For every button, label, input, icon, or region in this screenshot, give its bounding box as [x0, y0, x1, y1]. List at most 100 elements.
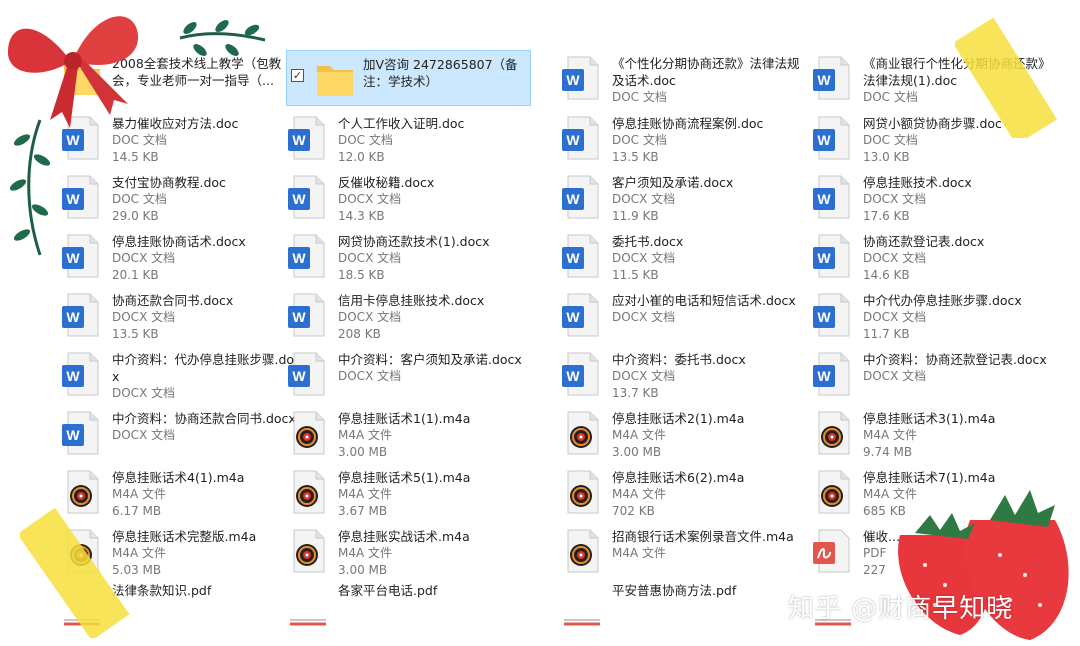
- file-name: 招商银行话术案例录音文件.m4a: [612, 529, 794, 544]
- file-text: 客户须知及承诺.docx DOCX 文档 11.9 KB: [612, 174, 802, 225]
- file-item[interactable]: W 停息挂账技术.docx DOCX 文档 17.6 KB: [811, 169, 1056, 225]
- file-item[interactable]: W 协商还款登记表.docx DOCX 文档 14.6 KB: [811, 228, 1056, 284]
- file-item[interactable]: 停息挂账话术3(1).m4a M4A 文件 9.74 MB: [811, 405, 1056, 461]
- file-item[interactable]: W 客户须知及承诺.docx DOCX 文档 11.9 KB: [560, 169, 805, 225]
- file-item[interactable]: W 《个性化分期协商还款》法律法规及话术.doc DOC 文档: [560, 50, 805, 106]
- file-size: 14.6 KB: [863, 268, 910, 282]
- file-text: 协商还款登记表.docx DOCX 文档 14.6 KB: [863, 233, 1053, 284]
- file-type: DOCX 文档: [112, 428, 176, 442]
- file-type: M4A 文件: [112, 546, 167, 560]
- file-type: M4A 文件: [612, 428, 667, 442]
- svg-text:W: W: [817, 72, 831, 88]
- file-item[interactable]: 停息挂账话术5(1).m4a M4A 文件 3.67 MB: [286, 464, 531, 520]
- file-type: DOCX 文档: [112, 386, 176, 400]
- leaf-branch-sticker: [9, 20, 266, 256]
- svg-text:W: W: [66, 368, 80, 384]
- file-item[interactable]: 招商银行话术案例录音文件.m4a M4A 文件: [560, 523, 805, 579]
- file-item[interactable]: W 中介代办停息挂账步骤.docx DOCX 文档 11.7 KB: [811, 287, 1056, 343]
- file-text: 招商银行话术案例录音文件.m4a M4A 文件: [612, 528, 802, 562]
- file-type: M4A 文件: [338, 487, 393, 501]
- file-item[interactable]: 停息挂账实战话术.m4a M4A 文件 3.00 MB: [286, 523, 531, 579]
- svg-text:W: W: [566, 250, 580, 266]
- file-name: 应对小崔的电话和短信话术.docx: [612, 293, 796, 308]
- file-item[interactable]: 停息挂账话术6(2).m4a M4A 文件 702 KB: [560, 464, 805, 520]
- word-doc-icon: W: [286, 115, 330, 161]
- folder-icon: [313, 56, 357, 102]
- file-item[interactable]: W 信用卡停息挂账技术.docx DOCX 文档 208 KB: [286, 287, 531, 343]
- file-text: 停息挂账话术6(2).m4a M4A 文件 702 KB: [612, 469, 802, 520]
- file-type: DOCX 文档: [612, 310, 676, 324]
- pdf-file-icon: [286, 582, 330, 628]
- svg-text:W: W: [292, 132, 306, 148]
- file-size: 11.7 KB: [863, 327, 910, 341]
- file-name: 平安普惠协商方法.pdf: [612, 583, 737, 598]
- file-type: DOCX 文档: [612, 251, 676, 265]
- file-text: 网贷协商还款技术(1).docx DOCX 文档 18.5 KB: [338, 233, 528, 284]
- file-size: 13.0 KB: [863, 150, 910, 164]
- file-type: M4A 文件: [112, 487, 167, 501]
- file-text: 法律条款知识.pdf: [112, 582, 302, 599]
- file-text: 中介资料：代办停息挂账步骤.docx DOCX 文档: [112, 351, 302, 402]
- file-item[interactable]: W 个人工作收入证明.doc DOC 文档 12.0 KB: [286, 110, 531, 166]
- svg-text:W: W: [292, 309, 306, 325]
- svg-text:W: W: [566, 132, 580, 148]
- file-name: 个人工作收入证明.doc: [338, 116, 465, 131]
- file-name: 停息挂账话术5(1).m4a: [338, 470, 471, 485]
- file-name: 停息挂账协商流程案例.doc: [612, 116, 764, 131]
- file-type: M4A 文件: [863, 428, 918, 442]
- file-item[interactable]: W 协商还款合同书.docx DOCX 文档 13.5 KB: [60, 287, 305, 343]
- file-item[interactable]: 停息挂账话术2(1).m4a M4A 文件 3.00 MB: [560, 405, 805, 461]
- file-item[interactable]: W 中介资料：委托书.docx DOCX 文档 13.7 KB: [560, 346, 805, 402]
- file-item[interactable]: W 反催收秘籍.docx DOCX 文档 14.3 KB: [286, 169, 531, 225]
- file-item[interactable]: 平安普惠协商方法.pdf: [560, 577, 805, 633]
- file-text: 信用卡停息挂账技术.docx DOCX 文档 208 KB: [338, 292, 528, 343]
- file-type: DOCX 文档: [612, 192, 676, 206]
- audio-file-icon: [811, 469, 855, 515]
- file-item[interactable]: W 中介资料：客户须知及承诺.docx DOCX 文档: [286, 346, 531, 402]
- file-item[interactable]: ✓ 加V咨询 2472865807（备注：学技术）: [286, 50, 531, 106]
- file-text: 停息挂账话术2(1).m4a M4A 文件 3.00 MB: [612, 410, 802, 461]
- file-name: 停息挂账实战话术.m4a: [338, 529, 470, 544]
- file-item[interactable]: 停息挂账话术1(1).m4a M4A 文件 3.00 MB: [286, 405, 531, 461]
- word-doc-icon: W: [60, 351, 104, 397]
- file-item[interactable]: W 停息挂账协商流程案例.doc DOC 文档 13.5 KB: [560, 110, 805, 166]
- file-size: 17.6 KB: [863, 209, 910, 223]
- file-text: 反催收秘籍.docx DOCX 文档 14.3 KB: [338, 174, 528, 225]
- file-item[interactable]: W 中介资料：代办停息挂账步骤.docx DOCX 文档: [60, 346, 305, 402]
- word-doc-icon: W: [60, 410, 104, 456]
- file-item[interactable]: W 委托书.docx DOCX 文档 11.5 KB: [560, 228, 805, 284]
- file-type: DOCX 文档: [112, 310, 176, 324]
- word-doc-icon: W: [560, 351, 604, 397]
- pdf-file-icon: [560, 582, 604, 628]
- word-doc-icon: W: [560, 292, 604, 338]
- audio-file-icon: [560, 410, 604, 456]
- word-doc-icon: W: [560, 115, 604, 161]
- file-text: 个人工作收入证明.doc DOC 文档 12.0 KB: [338, 115, 528, 166]
- file-text: 中介代办停息挂账步骤.docx DOCX 文档 11.7 KB: [863, 292, 1053, 343]
- word-doc-icon: W: [811, 292, 855, 338]
- file-name: 停息挂账话术2(1).m4a: [612, 411, 745, 426]
- file-size: 11.9 KB: [612, 209, 659, 223]
- audio-file-icon: [811, 410, 855, 456]
- file-item[interactable]: W 中介资料：协商还款合同书.docx DOCX 文档: [60, 405, 305, 461]
- svg-text:W: W: [566, 309, 580, 325]
- file-text: 应对小崔的电话和短信话术.docx DOCX 文档: [612, 292, 802, 326]
- file-text: 委托书.docx DOCX 文档 11.5 KB: [612, 233, 802, 284]
- file-text: 停息挂账话术3(1).m4a M4A 文件 9.74 MB: [863, 410, 1053, 461]
- audio-file-icon: [286, 528, 330, 574]
- watermark-text: 知乎 @财商早知晓: [788, 594, 1014, 624]
- file-size: 702 KB: [612, 504, 655, 518]
- audio-file-icon: [286, 469, 330, 515]
- word-doc-icon: W: [286, 233, 330, 279]
- audio-file-icon: [560, 528, 604, 574]
- file-name: 停息挂账话术3(1).m4a: [863, 411, 996, 426]
- file-name: 停息挂账话术6(2).m4a: [612, 470, 745, 485]
- selection-checkbox[interactable]: ✓: [291, 69, 304, 82]
- file-text: 停息挂账话术5(1).m4a M4A 文件 3.67 MB: [338, 469, 528, 520]
- file-item[interactable]: W 网贷协商还款技术(1).docx DOCX 文档 18.5 KB: [286, 228, 531, 284]
- file-item[interactable]: W 应对小崔的电话和短信话术.docx DOCX 文档: [560, 287, 805, 343]
- file-item[interactable]: 各家平台电话.pdf: [286, 577, 531, 633]
- svg-text:W: W: [292, 191, 306, 207]
- file-item[interactable]: W 中介资料：协商还款登记表.docx DOCX 文档: [811, 346, 1056, 402]
- file-name: 加V咨询 2472865807（备注：学技术）: [363, 57, 518, 89]
